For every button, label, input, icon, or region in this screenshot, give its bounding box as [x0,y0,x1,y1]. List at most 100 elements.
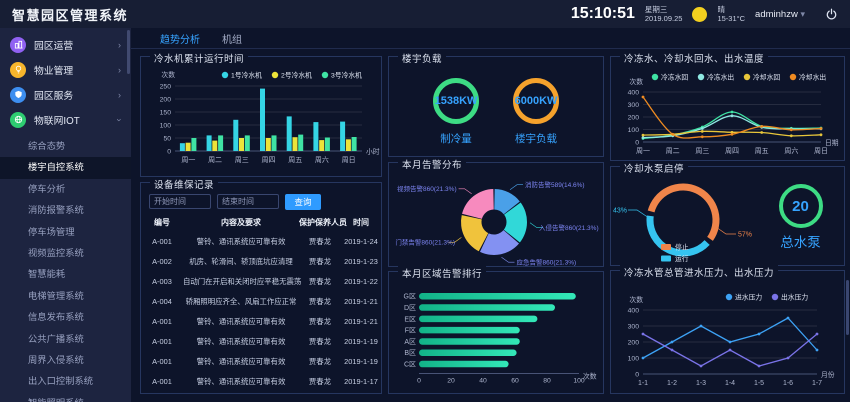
end-time-input[interactable] [217,194,279,209]
table-cell: 贾春龙 [299,356,341,367]
sidebar-subitem[interactable]: 公共广播系统 [0,329,131,350]
sidebar-item-label: 园区运营 [34,38,73,52]
sidebar-item-property-management[interactable]: 物业管理 › [0,57,131,82]
user-menu[interactable]: adminhzw ▾ [755,9,815,20]
park-service-icon [10,87,26,103]
svg-text:150: 150 [160,110,172,117]
legend-item[interactable]: 3号冷水机 [322,71,362,80]
power-button[interactable] [825,8,838,21]
date-block: 星期三 2019.09.25 [645,5,683,23]
iot-icon [10,112,26,128]
table-cell: 贾春龙 [299,276,341,287]
svg-text:D区: D区 [404,304,416,312]
sidebar-subitem[interactable]: 出入口控制系统 [0,371,131,392]
svg-text:日期: 日期 [825,139,839,147]
svg-text:周四: 周四 [725,147,739,155]
svg-text:运行: 运行 [675,254,689,263]
page-scrollbar[interactable] [846,280,849,335]
svg-text:3号冷水机: 3号冷水机 [331,71,362,80]
svg-text:周一: 周一 [636,147,650,155]
table-cell: A-001 [141,237,183,246]
sidebar-subitem[interactable]: 智慧能耗 [0,264,131,285]
svg-text:次数: 次数 [629,295,643,304]
gauge-ring: 6000KW [513,78,559,124]
chevron-expanded-icon: › [115,118,125,121]
table-cell: 2019-1-19 [341,337,381,346]
svg-text:门禁告警860(21.3%): 门禁告警860(21.3%) [395,238,455,247]
main-content: 趋势分析 机组 冷水机累计运行时间 050100150200250次数小时周一周… [131,28,850,402]
table-body: A-001警铃、通讯系统应可靠有效贾春龙2019-1-24A-002机房、轮滑间… [141,231,381,391]
app-title: 智慧园区管理系统 [0,5,128,24]
panel-chiller-runtime: 冷水机累计运行时间 050100150200250次数小时周一周二周三周四周五周… [140,56,382,177]
legend-item[interactable]: 1号冷水机 [222,71,262,80]
table-cell: A-001 [141,337,183,346]
svg-text:周六: 周六 [784,146,798,155]
total-pump-value: 20 [792,198,809,215]
legend-item[interactable]: 进水压力 [726,293,763,302]
legend-item[interactable]: 冷却水出 [790,73,827,82]
legend-item[interactable]: 冷冻水出 [698,73,735,82]
sidebar-item-park-service[interactable]: 园区服务 › [0,82,131,107]
tab-trend-analysis[interactable]: 趋势分析 [160,31,200,46]
legend-item[interactable]: 冷却水回 [744,73,781,82]
legend-item[interactable]: 出水压力 [772,293,809,302]
table-cell: 2019-1-22 [341,277,381,286]
start-time-input[interactable] [149,194,211,209]
svg-text:100: 100 [628,356,640,363]
panel-area-alarm-rank: 本月区域告警排行 G区D区E区F区A区B区C区020406080100次数 [388,271,604,394]
svg-text:视频告警860(21.3%): 视频告警860(21.3%) [397,184,457,193]
sidebar-subitem[interactable]: 视频监控系统 [0,243,131,264]
svg-text:2号冷水机: 2号冷水机 [281,71,312,80]
sidebar-item-label: 物联网IOT [34,113,80,127]
panel-title: 本月告警分布 [398,157,466,171]
total-pump-label: 总水泵 [780,231,821,251]
sidebar-subitem[interactable]: 停车分析 [0,179,131,200]
sidebar-subitem[interactable]: 周界入侵系统 [0,350,131,371]
sidebar-item-park-operations[interactable]: 园区运营 › [0,32,131,57]
sidebar-scrollbar[interactable] [127,30,130,74]
svg-text:60: 60 [511,378,519,385]
search-button[interactable]: 查询 [285,194,321,210]
table-cell: 自动门在开启和关闭时应平稳无震荡 [183,276,299,287]
tab-unit[interactable]: 机组 [222,31,242,46]
svg-text:G区: G区 [404,293,416,301]
table-col-header: 编号 [141,217,183,228]
sidebar-subitem[interactable]: 智能照明系统 [0,393,131,402]
table-cell: A-004 [141,297,183,306]
table-cell: A-002 [141,257,183,266]
svg-text:400: 400 [628,308,640,315]
table-cell: 2019-1-23 [341,257,381,266]
table-cell: 2019-1-19 [341,357,381,366]
table-cell: A-001 [141,317,183,326]
pump-status-content: 43%57%停止运行 20 总水泵 [611,176,844,266]
sidebar-item-iot[interactable]: 物联网IOT › [0,107,131,132]
chevron-right-icon: › [118,40,121,50]
sidebar-subitem[interactable]: 停车场管理 [0,222,131,243]
svg-text:1号冷水机: 1号冷水机 [231,71,262,80]
table-cell: 警铃、通讯系统应可靠有效 [183,356,299,367]
sidebar-subitem[interactable]: 电梯管理系统 [0,286,131,307]
sidebar: 园区运营 › 物业管理 › 园区服务 › 物联 [0,28,131,402]
table-row: A-001警铃、通讯系统应可靠有效贾春龙2019-1-24 [141,231,381,251]
legend-item[interactable]: 冷冻水回 [652,73,689,82]
legend-item[interactable]: 运行 [661,254,689,263]
gauge-label: 制冷量 [433,131,479,146]
svg-text:冷冻水回: 冷冻水回 [661,73,688,82]
svg-text:冷却水出: 冷却水出 [799,73,826,82]
table-cell: 贾春龙 [299,256,341,267]
clock: 15:10:51 [571,5,635,23]
legend-item[interactable]: 2号冷水机 [272,71,312,80]
sidebar-subitem[interactable]: 综合态势 [0,136,131,157]
search-row: 查询 [141,192,381,213]
username: adminhzw [755,9,798,20]
svg-text:次数: 次数 [583,372,597,381]
svg-text:周五: 周五 [288,156,302,164]
sidebar-subitem[interactable]: 楼宇自控系统 [0,157,131,178]
svg-text:0: 0 [417,378,421,385]
table-header: 编号内容及要求保护保养人员时间 [141,213,381,231]
table-cell: 贾春龙 [299,296,341,307]
svg-text:1-2: 1-2 [667,380,677,387]
sidebar-submenu: 综合态势楼宇自控系统停车分析消防报警系统停车场管理视频监控系统智慧能耗电梯管理系… [0,136,131,402]
sidebar-subitem[interactable]: 信息发布系统 [0,307,131,328]
sidebar-subitem[interactable]: 消防报警系统 [0,200,131,221]
